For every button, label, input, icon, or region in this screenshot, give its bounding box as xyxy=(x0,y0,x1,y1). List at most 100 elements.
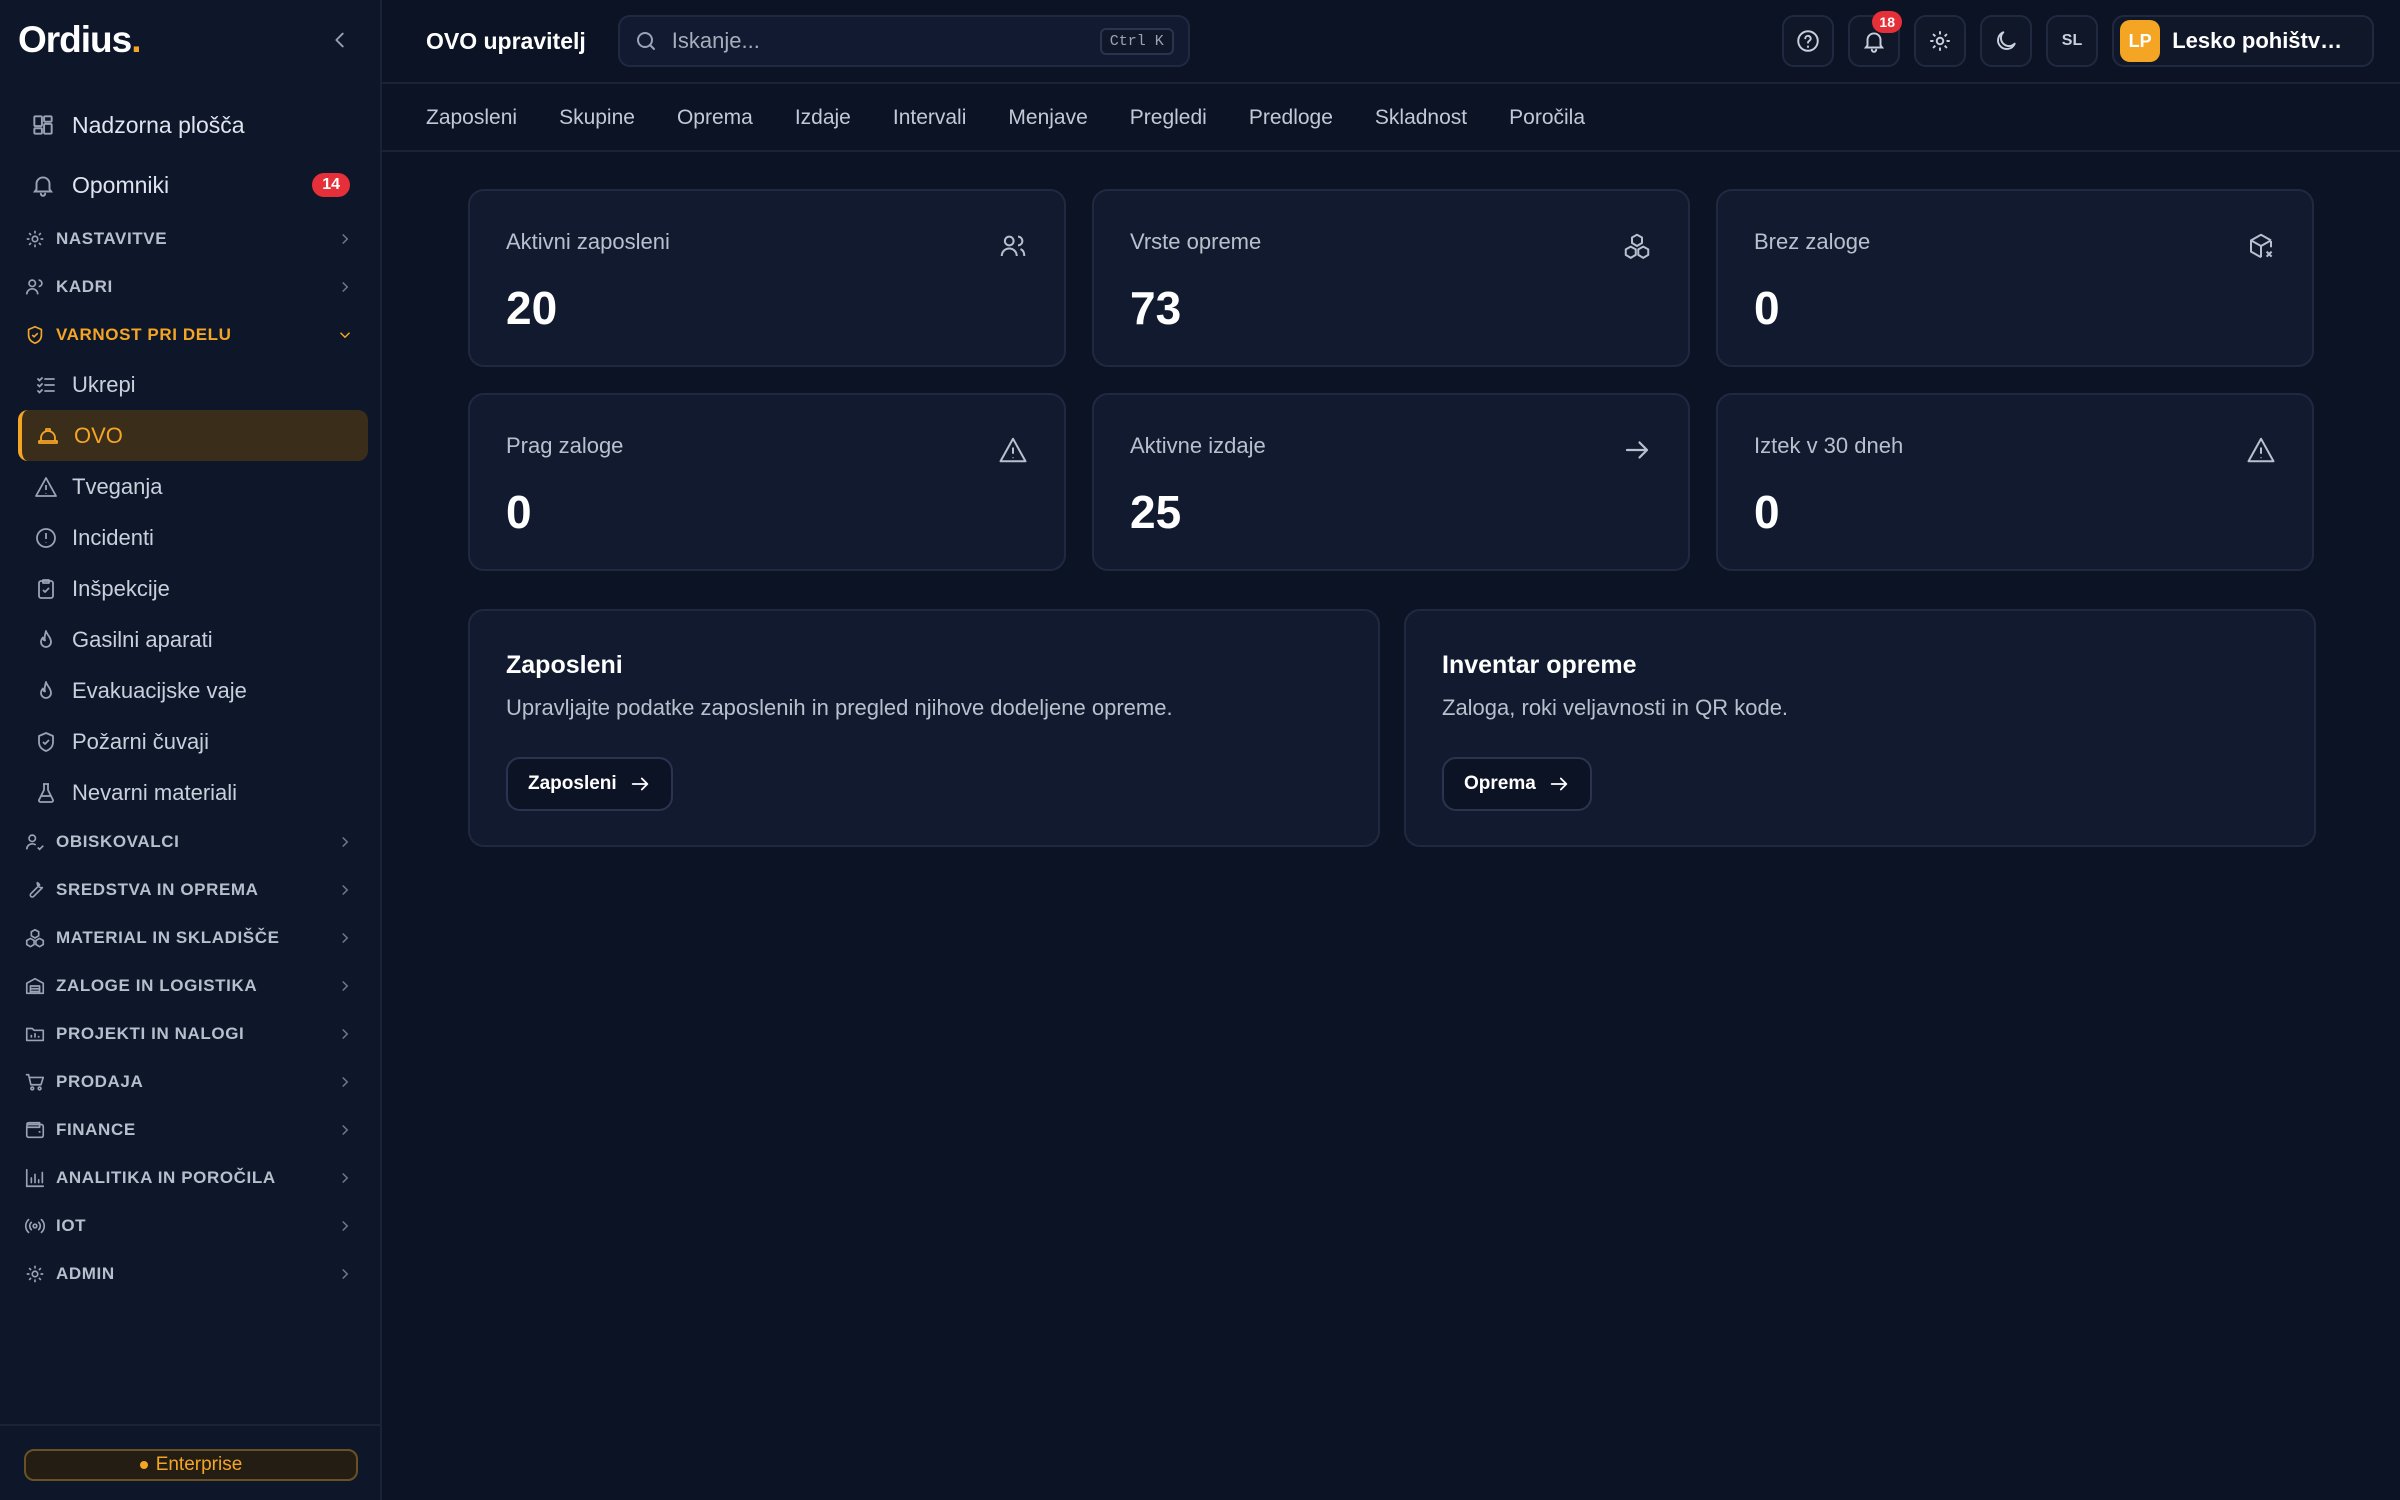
section-label: SREDSTVA IN OPREMA xyxy=(56,880,259,899)
sidebar-item-label: Nadzorna plošča xyxy=(72,111,245,138)
language-label: SL xyxy=(2061,32,2083,49)
tab-replacements[interactable]: Menjave xyxy=(1008,106,1087,130)
cart-icon xyxy=(25,1073,45,1091)
sidebar-section-iot[interactable]: IOT xyxy=(0,1202,380,1250)
chevron-right-icon xyxy=(342,233,349,245)
stat-card-out-of-stock: Brez zaloge 0 xyxy=(1716,189,2314,367)
section-label: PRODAJA xyxy=(56,1072,144,1091)
theme-toggle-button[interactable] xyxy=(1980,15,2032,67)
settings-button[interactable] xyxy=(1914,15,1966,67)
section-label: KADRI xyxy=(56,277,113,296)
sidebar-section-settings[interactable]: NASTAVITVE xyxy=(0,215,380,263)
stat-card-expiring-30-days: Iztek v 30 dneh 0 xyxy=(1716,393,2314,571)
search-box[interactable]: Ctrl K xyxy=(617,15,1190,67)
sidebar-item-risks[interactable]: Tveganja xyxy=(18,461,368,512)
package-x-icon xyxy=(2250,233,2273,259)
search-shortcut-hint: Ctrl K xyxy=(1099,27,1174,55)
employees-button[interactable]: Zaposleni xyxy=(506,757,673,811)
sidebar-item-fire-extinguishers[interactable]: Gasilni aparati xyxy=(18,614,368,665)
shield-icon xyxy=(27,325,43,345)
chevron-right-icon xyxy=(342,1028,349,1040)
sidebar-section-stock-logistics[interactable]: ZALOGE IN LOGISTIKA xyxy=(0,962,380,1010)
sidebar-item-incidents[interactable]: Incidenti xyxy=(18,512,368,563)
sidebar-item-reminders[interactable]: Opomniki 14 xyxy=(18,155,362,215)
moon-icon xyxy=(1997,31,2016,50)
tab-issues[interactable]: Izdaje xyxy=(795,106,851,130)
tab-equipment[interactable]: Oprema xyxy=(677,106,753,130)
chevron-right-icon xyxy=(342,932,349,944)
stat-card-active-employees: Aktivni zaposleni 20 xyxy=(468,189,1066,367)
sidebar-item-label: Ukrepi xyxy=(72,371,136,397)
sidebar-item-label: Incidenti xyxy=(72,524,154,550)
chevron-right-icon xyxy=(342,1076,349,1088)
tab-templates[interactable]: Predloge xyxy=(1249,106,1333,130)
sidebar-section-workplace-safety[interactable]: VARNOST PRI DELU xyxy=(0,311,380,359)
card-description: Zaloga, roki veljavnosti in QR kode. xyxy=(1442,695,1789,720)
sidebar-section-hr[interactable]: KADRI xyxy=(0,263,380,311)
arrow-right-icon xyxy=(1550,777,1568,791)
stat-value: 25 xyxy=(1130,486,1182,538)
sidebar-item-label: Inšpekcije xyxy=(72,575,170,601)
equipment-button[interactable]: Oprema xyxy=(1442,757,1592,811)
tab-inspections[interactable]: Pregledi xyxy=(1130,106,1207,130)
sidebar-section-admin[interactable]: ADMIN xyxy=(0,1250,380,1298)
sidebar-item-dashboard[interactable]: Nadzorna plošča xyxy=(18,95,362,155)
sidebar-item-label: OVO xyxy=(74,422,123,448)
warehouse-icon xyxy=(25,977,45,995)
section-label: PROJEKTI IN NALOGI xyxy=(56,1024,245,1043)
sidebar-nav: Nadzorna plošča Opomniki 14 NASTAVITVE K… xyxy=(0,95,380,1298)
chevron-right-icon xyxy=(342,884,349,896)
sidebar-item-label: Gasilni aparati xyxy=(72,626,213,652)
tab-compliance[interactable]: Skladnost xyxy=(1375,106,1467,130)
stat-value: 0 xyxy=(506,486,532,538)
section-label: MATERIAL IN SKLADIŠČE xyxy=(56,928,280,947)
warning-icon xyxy=(2247,437,2275,463)
sidebar-item-fire-wardens[interactable]: Požarni čuvaji xyxy=(18,716,368,767)
sidebar-section-assets[interactable]: SREDSTVA IN OPREMA xyxy=(0,866,380,914)
sidebar-item-ppe[interactable]: OVO xyxy=(18,410,368,461)
sidebar-item-measures[interactable]: Ukrepi xyxy=(18,359,368,410)
sidebar-section-analytics[interactable]: ANALITIKA IN POROČILA xyxy=(0,1154,380,1202)
sidebar-item-label: Tveganja xyxy=(72,473,163,499)
arrow-right-icon xyxy=(631,777,648,791)
organization-switcher[interactable]: LP Lesko pohištvo d... xyxy=(2112,15,2374,67)
brand-logo[interactable]: Ordius. xyxy=(18,19,142,61)
plan-badge[interactable]: Enterprise xyxy=(24,1449,358,1481)
collapse-sidebar-button[interactable] xyxy=(322,22,358,58)
sidebar-item-inspections[interactable]: Inšpekcije xyxy=(18,563,368,614)
chevron-down-icon xyxy=(339,332,351,339)
sidebar-item-label: Opomniki xyxy=(72,171,170,198)
tab-intervals[interactable]: Intervali xyxy=(893,106,967,130)
sidebar-item-hazardous-materials[interactable]: Nevarni materiali xyxy=(18,767,368,818)
notifications-button[interactable]: 18 xyxy=(1848,11,1902,67)
boxes-icon xyxy=(1624,233,1650,259)
sidebar-section-visitors[interactable]: OBISKOVALCI xyxy=(0,818,380,866)
sidebar-section-projects[interactable]: PROJEKTI IN NALOGI xyxy=(0,1010,380,1058)
arrow-right-icon xyxy=(1625,441,1649,459)
organization-avatar: LP xyxy=(2120,20,2161,62)
tab-employees[interactable]: Zaposleni xyxy=(426,106,517,130)
clipboard-check-icon xyxy=(38,578,54,599)
stat-value: 73 xyxy=(1130,282,1182,334)
help-button[interactable] xyxy=(1782,15,1834,67)
plan-dot xyxy=(139,1461,148,1469)
search-icon xyxy=(636,32,655,50)
tab-reports[interactable]: Poročila xyxy=(1509,106,1585,130)
page-title: OVO upravitelj xyxy=(426,27,586,54)
flame-icon xyxy=(40,629,52,648)
tab-groups[interactable]: Skupine xyxy=(559,106,635,130)
sidebar-section-materials[interactable]: MATERIAL IN SKLADIŠČE xyxy=(0,914,380,962)
stat-label: Iztek v 30 dneh xyxy=(1754,433,1904,458)
sidebar-section-finance[interactable]: FINANCE xyxy=(0,1106,380,1154)
sidebar-header: Ordius. xyxy=(0,0,380,80)
gear-icon xyxy=(26,230,44,248)
section-label: ANALITIKA IN POROČILA xyxy=(56,1168,276,1187)
stat-card-equipment-types: Vrste opreme 73 xyxy=(1092,189,1690,367)
alert-circle-icon xyxy=(36,527,56,548)
sidebar-item-evacuation-drills[interactable]: Evakuacijske vaje xyxy=(18,665,368,716)
chevron-right-icon xyxy=(342,1172,349,1184)
search-input[interactable] xyxy=(671,28,1100,54)
language-button[interactable]: SL xyxy=(2046,15,2098,67)
topbar: OVO upravitelj Ctrl K 18 SL LP Lesko poh… xyxy=(382,0,2400,84)
sidebar-section-sales[interactable]: PRODAJA xyxy=(0,1058,380,1106)
